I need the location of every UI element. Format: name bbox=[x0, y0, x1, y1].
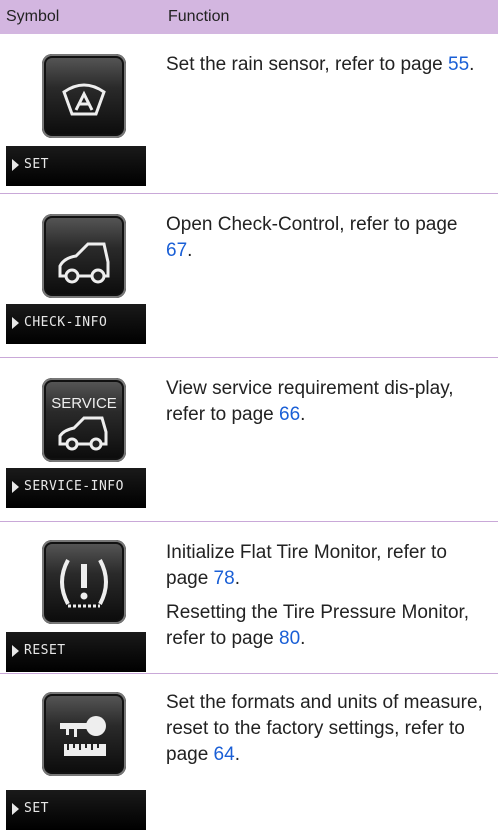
function-text: Initialize Flat Tire Monitor, refer to p… bbox=[166, 540, 488, 652]
page-link[interactable]: 67 bbox=[166, 240, 187, 261]
description: Set the rain sensor, refer to page bbox=[166, 54, 449, 75]
lcd-display-service-info: SERVICE-INFO bbox=[6, 468, 146, 508]
page-link[interactable]: 55 bbox=[448, 54, 469, 75]
column-header-function: Function bbox=[168, 8, 230, 25]
play-arrow-icon bbox=[12, 159, 19, 171]
lcd-display-check-info: CHECK-INFO bbox=[6, 304, 146, 344]
table-row: RESET Initialize Flat Tire Monitor, refe… bbox=[0, 522, 498, 674]
play-arrow-icon bbox=[12, 803, 19, 815]
check-control-car-icon bbox=[42, 214, 126, 298]
lcd-label: RESET bbox=[24, 643, 66, 658]
period: . bbox=[300, 628, 306, 649]
lcd-display-set: SET bbox=[6, 790, 146, 830]
service-icon-text: SERVICE bbox=[51, 395, 117, 412]
service-car-icon: SERVICE bbox=[42, 378, 126, 462]
description: View service requirement dis-play, refer… bbox=[166, 378, 454, 425]
function-text: View service requirement dis-play, refer… bbox=[166, 376, 488, 428]
period: . bbox=[300, 404, 306, 425]
table-row: SET Set the rain sensor, refer to page 5… bbox=[0, 34, 498, 194]
page-link[interactable]: 80 bbox=[279, 628, 300, 649]
table-header: Symbol Function bbox=[0, 0, 498, 34]
page-link[interactable]: 64 bbox=[214, 744, 235, 765]
table-row: SERVICE SERVICE-INFO View service requir… bbox=[0, 358, 498, 522]
play-arrow-icon bbox=[12, 481, 19, 493]
lcd-label: SET bbox=[24, 801, 49, 816]
key-ruler-settings-icon bbox=[42, 692, 126, 776]
function-text: Set the formats and units of measure, re… bbox=[166, 690, 488, 768]
description: Open Check-Control, refer to page bbox=[166, 214, 458, 235]
page-link[interactable]: 66 bbox=[279, 404, 300, 425]
description: Initialize Flat Tire Monitor, refer to p… bbox=[166, 542, 447, 589]
column-header-symbol: Symbol bbox=[6, 8, 60, 25]
rain-sensor-icon bbox=[42, 54, 126, 138]
table-row: SET Set the formats and units of measure… bbox=[0, 674, 498, 832]
lcd-label: CHECK-INFO bbox=[24, 315, 108, 330]
lcd-label: SET bbox=[24, 157, 49, 172]
page-link[interactable]: 78 bbox=[214, 568, 235, 589]
table-row: CHECK-INFO Open Check-Control, refer to … bbox=[0, 194, 498, 358]
description-2: Resetting the Tire Pressure Monitor, ref… bbox=[166, 602, 470, 649]
function-text: Set the rain sensor, refer to page 55. bbox=[166, 52, 488, 78]
period: . bbox=[187, 240, 193, 261]
lcd-display-set: SET bbox=[6, 146, 146, 186]
period: . bbox=[469, 54, 475, 75]
play-arrow-icon bbox=[12, 645, 19, 657]
function-text: Open Check-Control, refer to page 67. bbox=[166, 212, 488, 264]
lcd-label: SERVICE-INFO bbox=[24, 479, 124, 494]
lcd-display-reset: RESET bbox=[6, 632, 146, 672]
tire-pressure-warning-icon bbox=[42, 540, 126, 624]
period: . bbox=[234, 568, 240, 589]
play-arrow-icon bbox=[12, 317, 19, 329]
period: . bbox=[234, 744, 240, 765]
